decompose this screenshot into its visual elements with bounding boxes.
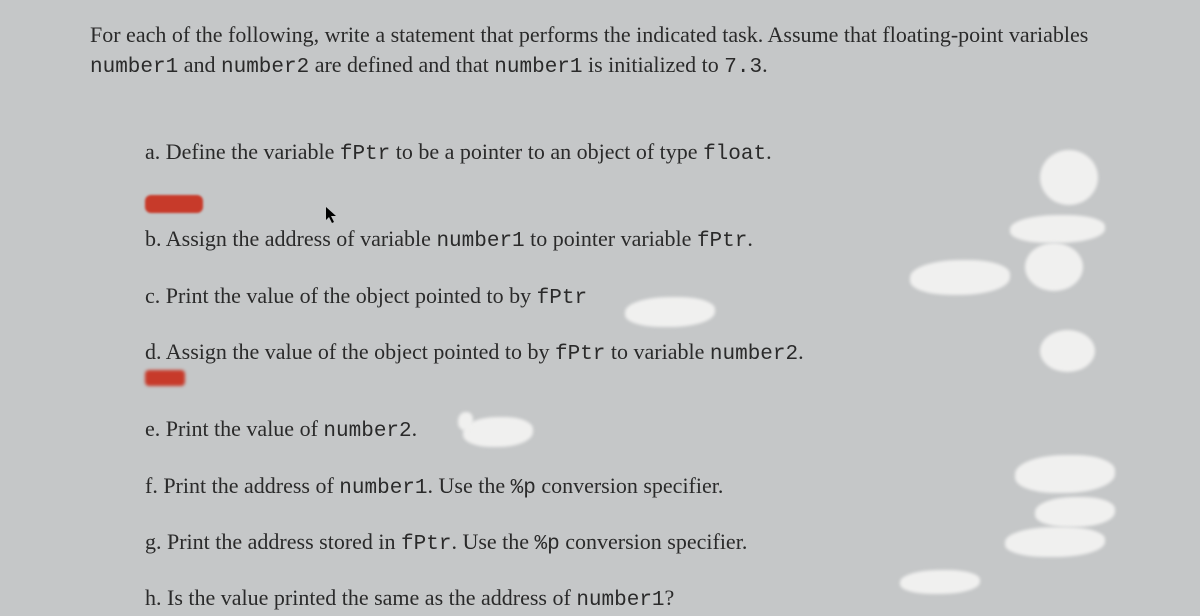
code-fptr: fPtr — [555, 343, 605, 366]
redaction-mark — [145, 370, 185, 386]
code-number2: number2 — [710, 343, 798, 366]
item-f: f. Print the address of number1. Use the… — [145, 471, 1110, 503]
code-percent-p: %p — [511, 477, 536, 500]
erasure-mark — [625, 297, 715, 327]
code-number1: number1 — [90, 56, 178, 79]
item-text: a. Define the variable — [145, 139, 340, 164]
erasure-mark — [1040, 330, 1095, 372]
intro-paragraph: For each of the following, write a state… — [90, 20, 1110, 82]
intro-text: and — [178, 52, 221, 77]
erasure-mark — [1010, 215, 1105, 243]
item-text: d. Assign the value of the object pointe… — [145, 339, 555, 364]
item-text: ? — [665, 585, 675, 610]
item-text: conversion specifier. — [560, 529, 748, 554]
code-number1: number1 — [436, 230, 524, 253]
erasure-mark — [1040, 150, 1098, 205]
item-text: to variable — [605, 339, 709, 364]
erasure-mark — [1025, 243, 1083, 291]
code-fptr: fPtr — [537, 287, 587, 310]
item-text: . Use the — [451, 529, 534, 554]
code-fptr: fPtr — [340, 143, 390, 166]
item-b: b. Assign the address of variable number… — [145, 224, 1110, 256]
erasure-mark — [463, 417, 533, 447]
intro-text: is initialized to — [583, 52, 725, 77]
item-d: d. Assign the value of the object pointe… — [145, 337, 1110, 369]
code-number2: number2 — [221, 56, 309, 79]
code-percent-p: %p — [535, 533, 560, 556]
erasure-mark — [1035, 497, 1115, 527]
intro-text: For each of the following, write a state… — [90, 22, 1088, 47]
code-number2: number2 — [323, 420, 411, 443]
item-e: e. Print the value of number2. — [145, 414, 1110, 446]
item-text: . Use the — [428, 473, 511, 498]
code-seven-three: 7.3 — [724, 56, 762, 79]
code-float: float — [703, 143, 766, 166]
item-text: . — [798, 339, 804, 364]
item-text: b. Assign the address of variable — [145, 226, 436, 251]
item-text: to be a pointer to an object of type — [390, 139, 703, 164]
erasure-mark — [1015, 455, 1115, 493]
item-text: conversion specifier. — [536, 473, 724, 498]
item-text: to pointer variable — [525, 226, 697, 251]
item-text: . — [412, 416, 418, 441]
erasure-mark — [1005, 527, 1105, 557]
item-a: a. Define the variable fPtr to be a poin… — [145, 137, 1110, 169]
item-text: h. Is the value printed the same as the … — [145, 585, 576, 610]
item-text: f. Print the address of — [145, 473, 339, 498]
item-text: e. Print the value of — [145, 416, 323, 441]
item-text: g. Print the address stored in — [145, 529, 401, 554]
code-fptr: fPtr — [697, 230, 747, 253]
erasure-mark — [900, 570, 980, 594]
intro-text: are defined and that — [309, 52, 494, 77]
code-fptr: fPtr — [401, 533, 451, 556]
erasure-mark — [910, 260, 1010, 295]
question-list: a. Define the variable fPtr to be a poin… — [90, 137, 1110, 616]
item-text: . — [766, 139, 772, 164]
item-text: . — [747, 226, 753, 251]
code-number1: number1 — [339, 477, 427, 500]
item-g: g. Print the address stored in fPtr. Use… — [145, 527, 1110, 559]
erasure-mark — [458, 412, 473, 430]
redaction-mark — [145, 195, 203, 213]
intro-text: . — [762, 52, 768, 77]
code-number1: number1 — [494, 56, 582, 79]
item-text: c. Print the value of the object pointed… — [145, 283, 537, 308]
